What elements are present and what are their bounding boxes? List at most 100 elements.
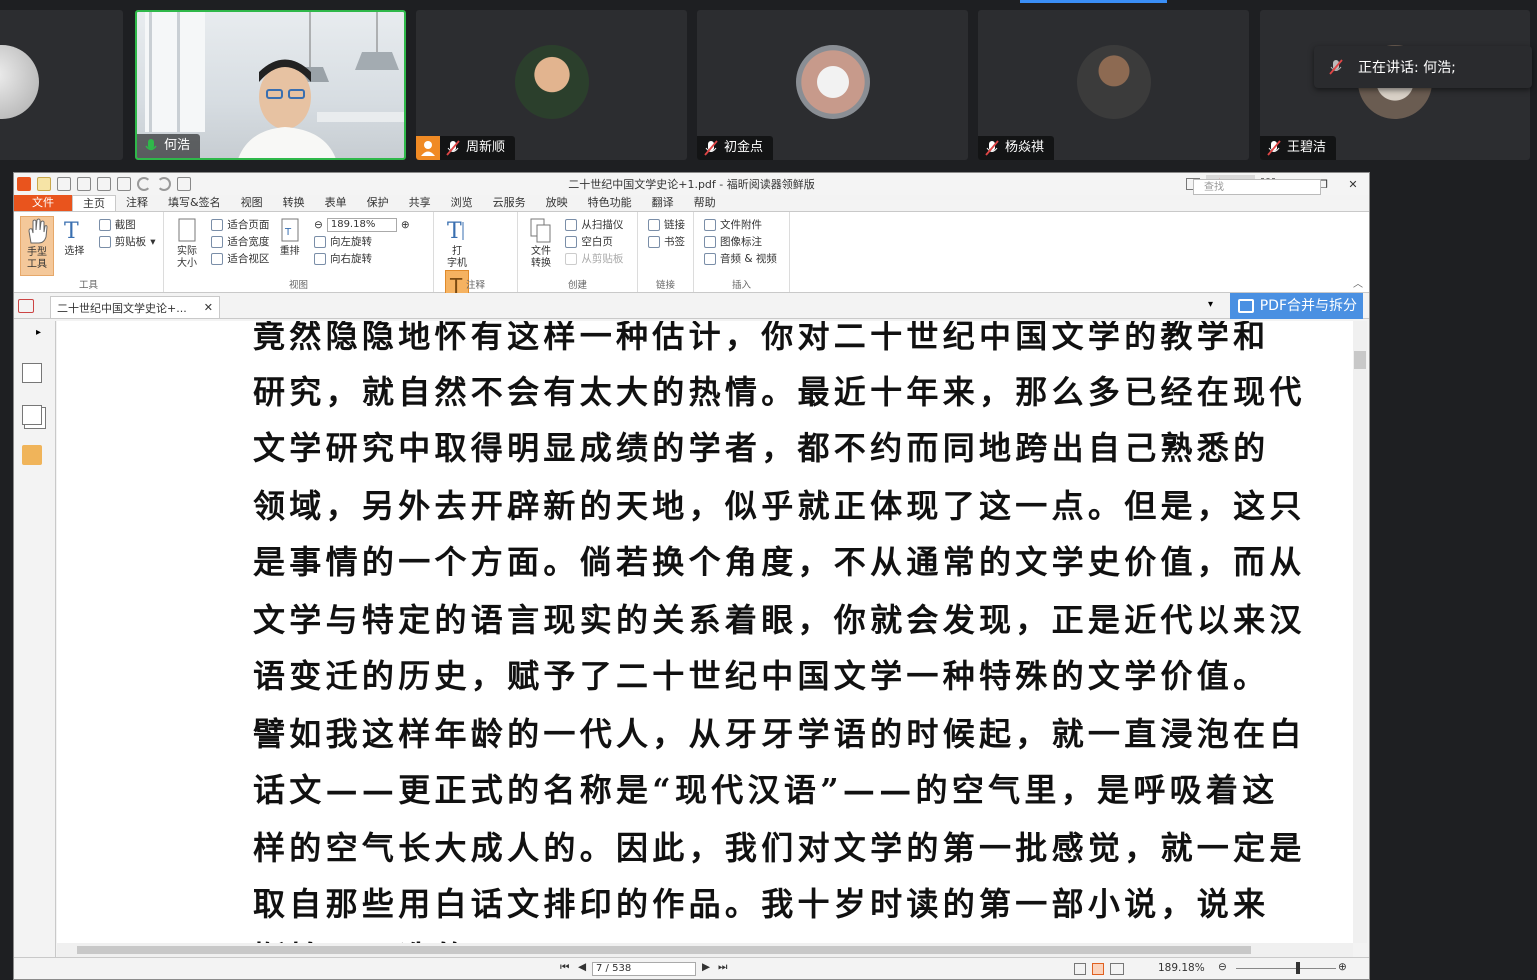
layers-icon[interactable] bbox=[22, 405, 42, 425]
rotate-right-button[interactable]: 向右旋转 bbox=[314, 250, 410, 267]
new-icon[interactable] bbox=[117, 177, 131, 191]
menu-features[interactable]: 特色功能 bbox=[578, 195, 642, 211]
zoom-select[interactable]: 189.18% bbox=[326, 217, 397, 232]
menu-file[interactable]: 文件 bbox=[14, 195, 72, 211]
mic-muted-icon bbox=[703, 140, 719, 156]
next-page-icon[interactable]: ▶ bbox=[702, 961, 710, 973]
hand-tool-button[interactable]: 手型 工具 bbox=[20, 216, 54, 276]
select-tool-label: 选择 bbox=[64, 246, 85, 257]
fit-visible-button[interactable]: 适合视区 bbox=[211, 250, 269, 267]
participant-tile-1[interactable]: 何浩 bbox=[135, 10, 406, 160]
text-cursor-icon: T bbox=[62, 216, 86, 244]
link-button[interactable]: 链接 bbox=[648, 216, 685, 233]
actual-size-button[interactable]: 实际 大小 bbox=[170, 216, 204, 270]
hand-dropdown-icon[interactable] bbox=[177, 177, 191, 191]
from-scanner-button[interactable]: 从扫描仪 bbox=[565, 216, 623, 233]
comments-icon[interactable] bbox=[22, 445, 42, 465]
single-page-icon[interactable] bbox=[1074, 963, 1086, 975]
search-input[interactable]: 查找 bbox=[1193, 179, 1321, 195]
blank-page-icon bbox=[565, 235, 578, 248]
select-tool-button[interactable]: T 选择 bbox=[57, 216, 91, 258]
fit-width-button[interactable]: 适合宽度 bbox=[211, 233, 269, 250]
menu-comment[interactable]: 注释 bbox=[116, 195, 158, 211]
zoom-in-icon[interactable]: ⊕ bbox=[1338, 961, 1347, 973]
participant-tile-3[interactable]: 初金点 bbox=[697, 10, 968, 160]
menu-translate[interactable]: 翻译 bbox=[642, 195, 684, 211]
last-page-icon[interactable]: ⏭ bbox=[718, 961, 727, 974]
zoom-slider-thumb[interactable] bbox=[1296, 962, 1300, 974]
zoom-slider[interactable] bbox=[1236, 968, 1336, 969]
participant-tile-2[interactable]: 周新顺 bbox=[416, 10, 687, 160]
redo-icon[interactable] bbox=[157, 177, 171, 191]
speaking-indicator: 正在讲话: 何浩; bbox=[1314, 46, 1532, 88]
first-page-icon[interactable]: ⏮ bbox=[560, 961, 569, 974]
scroll-thumb[interactable] bbox=[1354, 351, 1366, 369]
document-tab-title: 二十世纪中国文学史论+... bbox=[57, 301, 187, 315]
sidebar-expand-icon[interactable]: ▸ bbox=[36, 327, 41, 338]
participant-name: 王碧洁 bbox=[1287, 140, 1327, 155]
from-clipboard-button[interactable]: 从剪贴板 bbox=[565, 250, 623, 267]
save-icon[interactable] bbox=[57, 177, 71, 191]
zoom-out-icon[interactable]: ⊖ bbox=[314, 219, 323, 231]
screenshot-button[interactable]: 截图 bbox=[98, 216, 156, 233]
continuous-page-icon[interactable] bbox=[1092, 963, 1104, 975]
insert-small-buttons: 文件附件 图像标注 音频 & 视频 bbox=[704, 216, 777, 267]
vertical-scrollbar[interactable] bbox=[1353, 321, 1367, 943]
tools-small-buttons: 截图 剪贴板 ▾ bbox=[98, 216, 156, 250]
menu-help[interactable]: 帮助 bbox=[684, 195, 726, 211]
participant-tile-0[interactable] bbox=[0, 10, 123, 160]
undo-icon[interactable] bbox=[137, 177, 151, 191]
image-annotation-button[interactable]: 图像标注 bbox=[704, 233, 777, 250]
participant-tile-4[interactable]: 杨焱祺 bbox=[978, 10, 1249, 160]
menu-convert[interactable]: 转换 bbox=[273, 195, 315, 211]
menu-browse[interactable]: 浏览 bbox=[441, 195, 483, 211]
pdf-page[interactable]: 竟然隐隐地怀有这样一种估计，你对二十世纪中国文学的教学和 研究，就自然不会有太大… bbox=[57, 321, 1353, 943]
pdf-reader-window: 二十世纪中国文学史论+1.pdf - 福昕阅读器领鲜版 未登录 ─ ❐ ✕ 文件… bbox=[13, 172, 1370, 980]
close-tab-icon[interactable]: ✕ bbox=[204, 301, 213, 314]
menu-protect[interactable]: 保护 bbox=[357, 195, 399, 211]
pdf-merge-split-button[interactable]: PDF合并与拆分 bbox=[1229, 293, 1363, 319]
screen-icon[interactable] bbox=[97, 177, 111, 191]
zoom-level[interactable]: 189.18% bbox=[1158, 962, 1205, 974]
ribbon: 手型 工具 T 选择 截图 剪贴板 ▾ 工具 实际 大小 适合页面 适合宽度 适合… bbox=[14, 211, 1369, 311]
tab-list-icon[interactable]: ▾ bbox=[1208, 299, 1213, 310]
zoom-in-icon[interactable]: ⊕ bbox=[401, 219, 410, 231]
fit-width-icon bbox=[211, 235, 224, 248]
text-line: 话文——更正式的名称是“现代汉语”——的空气里，是呼吸着这 bbox=[253, 771, 1279, 809]
foxit-sign-icon[interactable] bbox=[18, 299, 34, 313]
menu-view[interactable]: 视图 bbox=[231, 195, 273, 211]
facing-page-icon[interactable] bbox=[1110, 963, 1124, 975]
page-thumbnails-icon[interactable] bbox=[22, 363, 42, 383]
left-sidebar: ▸ bbox=[14, 321, 56, 963]
menu-home[interactable]: 主页 bbox=[72, 195, 116, 211]
menu-fill-sign[interactable]: 填写&签名 bbox=[158, 195, 231, 211]
file-attachment-button[interactable]: 文件附件 bbox=[704, 216, 777, 233]
group-label: 创建 bbox=[567, 280, 587, 291]
document-tab[interactable]: 二十世纪中国文学史论+... ✕ bbox=[50, 296, 220, 318]
zoom-out-icon[interactable]: ⊖ bbox=[1218, 961, 1227, 973]
participant-name: 周新顺 bbox=[466, 140, 506, 155]
reflow-button[interactable]: T 重排 bbox=[273, 216, 307, 258]
prev-page-icon[interactable]: ◀ bbox=[578, 961, 586, 973]
audio-video-button[interactable]: 音频 & 视频 bbox=[704, 250, 777, 267]
collapse-ribbon-icon[interactable]: ︿ bbox=[1353, 275, 1363, 290]
fit-page-button[interactable]: 适合页面 bbox=[211, 216, 269, 233]
menu-form[interactable]: 表单 bbox=[315, 195, 357, 211]
blank-page-button[interactable]: 空白页 bbox=[565, 233, 623, 250]
zoom-rotate: ⊖ 189.18% ⊕ 向左旋转 向右旋转 bbox=[314, 216, 410, 267]
clipboard-button[interactable]: 剪贴板 ▾ bbox=[98, 233, 155, 250]
print-icon[interactable] bbox=[77, 177, 91, 191]
close-icon[interactable]: ✕ bbox=[1341, 178, 1365, 191]
horizontal-scrollbar[interactable] bbox=[57, 943, 1353, 957]
menu-share[interactable]: 共享 bbox=[399, 195, 441, 211]
open-icon[interactable] bbox=[37, 177, 51, 191]
page-number-input[interactable]: 7 / 538 bbox=[592, 962, 696, 976]
file-convert-button[interactable]: 文件 转换 bbox=[524, 216, 558, 270]
menu-slideshow[interactable]: 放映 bbox=[536, 195, 578, 211]
scroll-thumb[interactable] bbox=[77, 946, 1251, 954]
typewriter-button[interactable]: T 打 字机 bbox=[440, 216, 474, 270]
menu-cloud[interactable]: 云服务 bbox=[483, 195, 536, 211]
mic-on-icon bbox=[143, 138, 159, 154]
rotate-left-button[interactable]: 向左旋转 bbox=[314, 233, 410, 250]
bookmark-button[interactable]: 书签 bbox=[648, 233, 685, 250]
